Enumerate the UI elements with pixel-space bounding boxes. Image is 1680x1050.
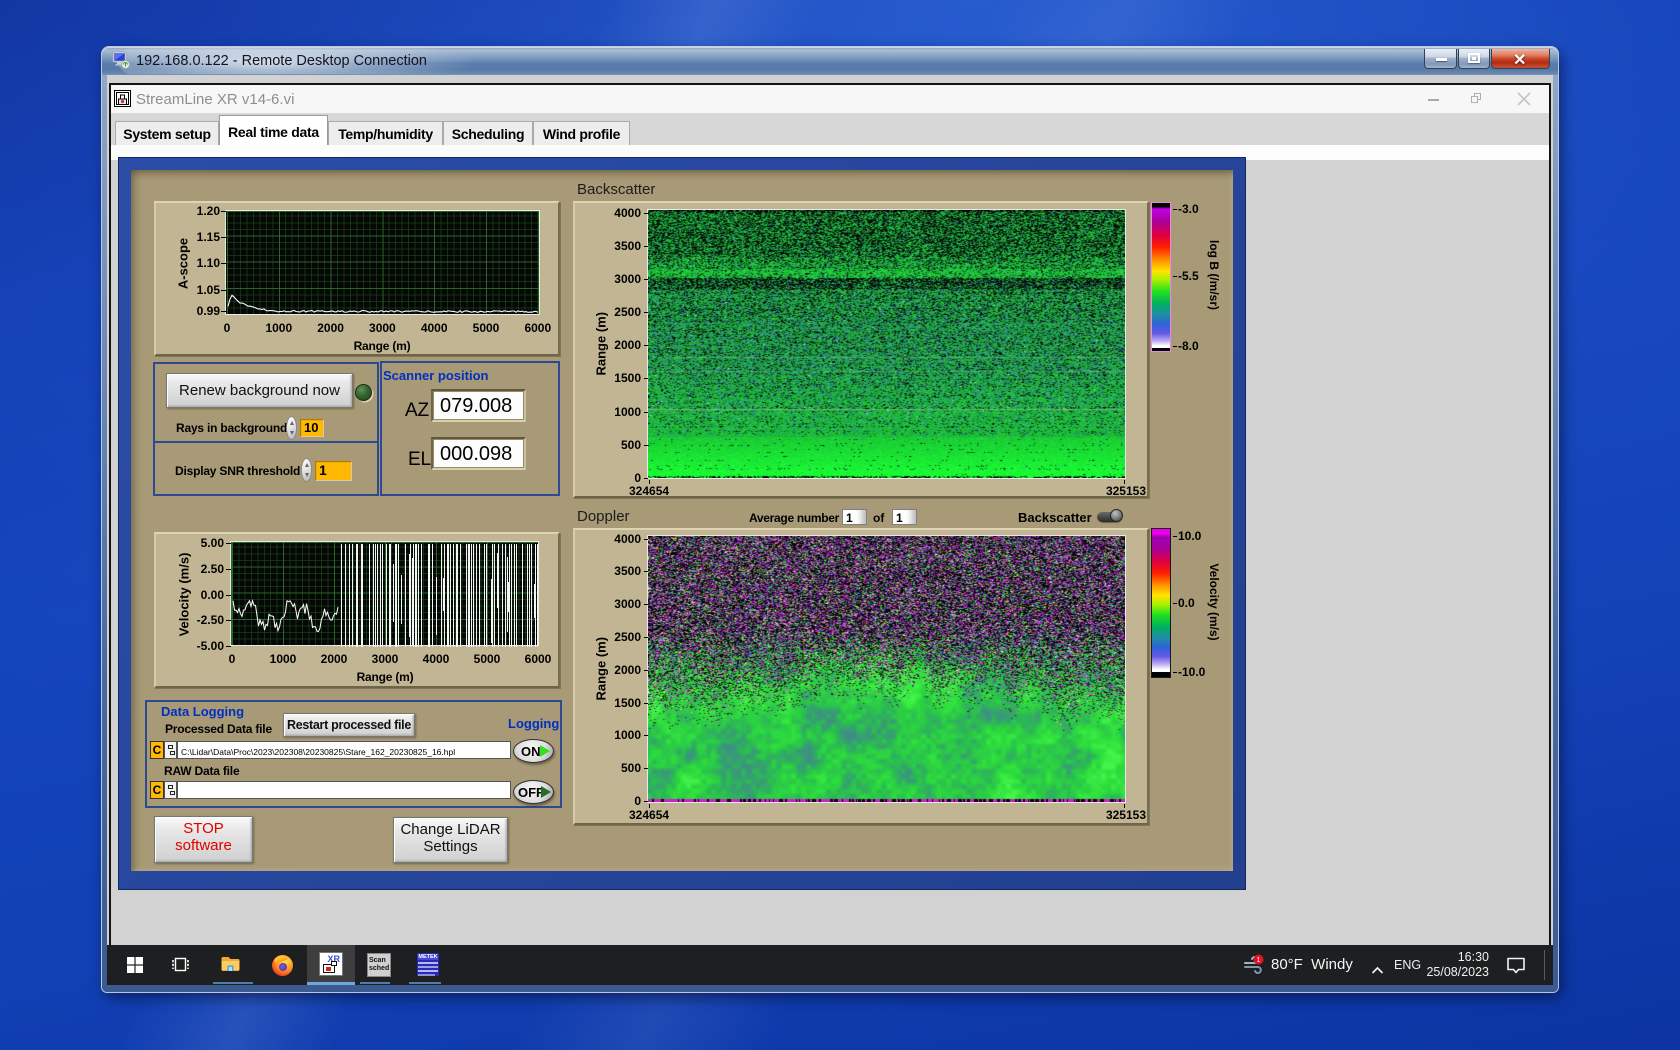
svg-text:1: 1 [1257,957,1261,964]
